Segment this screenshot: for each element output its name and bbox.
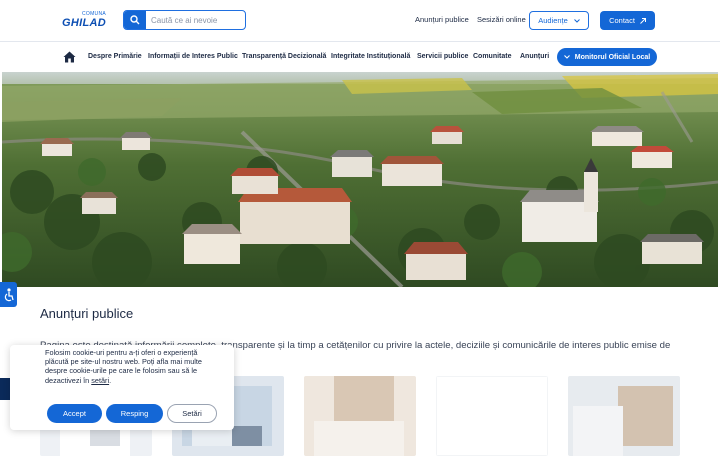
search-box xyxy=(123,10,246,30)
nav-item-public-services[interactable]: Servicii publice xyxy=(417,53,468,60)
cookie-text-end: . xyxy=(109,375,112,385)
chevron-down-icon xyxy=(563,55,570,59)
logo-title: GHILAD xyxy=(62,17,106,29)
official-monitor-label: Monitorul Oficial Local xyxy=(574,53,651,61)
audiences-button[interactable]: Audiențe xyxy=(529,11,589,30)
official-monitor-button[interactable]: Monitorul Oficial Local xyxy=(557,48,657,66)
cookie-settings-link[interactable]: setări xyxy=(91,376,109,385)
cookie-reject-button[interactable]: Resping xyxy=(106,404,163,423)
cookie-banner: Folosim cookie-uri pentru a-ți oferi o e… xyxy=(10,345,234,430)
chevron-down-icon xyxy=(573,18,580,23)
nav-item-transparency[interactable]: Transparență Decizională xyxy=(242,53,326,60)
search-input[interactable] xyxy=(151,13,243,27)
external-arrow-icon xyxy=(640,17,646,24)
side-tab[interactable] xyxy=(0,378,10,400)
accessibility-icon xyxy=(4,287,14,301)
search-button[interactable] xyxy=(124,11,146,29)
cookie-text-block: Folosim cookie-uri pentru a-ți oferi o e… xyxy=(45,348,205,385)
accessibility-button[interactable] xyxy=(0,282,17,307)
hero-image xyxy=(2,72,718,287)
announcements-link[interactable]: Anunțuri publice xyxy=(415,15,469,24)
online-reports-link[interactable]: Sesizări online xyxy=(477,15,526,24)
nav-item-community[interactable]: Comunitate xyxy=(473,53,512,60)
home-icon[interactable] xyxy=(63,51,76,63)
cookie-accept-button[interactable]: Accept xyxy=(47,404,102,423)
card-photo xyxy=(436,376,548,456)
logo[interactable]: COMUNA GHILAD xyxy=(62,11,106,31)
nav-item-announcements[interactable]: Anunțuri xyxy=(520,53,549,60)
section-title: Anunțuri publice xyxy=(40,306,134,321)
nav-item-about[interactable]: Despre Primărie xyxy=(88,53,142,60)
contact-label: Contact xyxy=(609,16,635,25)
card-photo xyxy=(304,376,416,456)
announcement-card-image[interactable] xyxy=(304,376,416,456)
audiences-label: Audiențe xyxy=(538,16,568,25)
card-photo xyxy=(568,376,680,456)
top-bar: COMUNA GHILAD Anunțuri publice Sesizări … xyxy=(0,0,720,41)
aerial-village-photo xyxy=(2,72,718,287)
main-nav: Despre Primărie Informații de Interes Pu… xyxy=(0,42,720,72)
contact-button[interactable]: Contact xyxy=(600,11,655,30)
announcement-card-image[interactable] xyxy=(436,376,548,456)
nav-item-integrity[interactable]: Integritate Instituțională xyxy=(331,53,410,60)
cookie-text: Folosim cookie-uri pentru a-ți oferi o e… xyxy=(45,348,202,385)
announcement-card-image[interactable] xyxy=(568,376,680,456)
cookie-settings-button[interactable]: Setări xyxy=(167,404,217,423)
search-icon xyxy=(130,15,140,25)
nav-item-public-info[interactable]: Informații de Interes Public xyxy=(148,53,238,60)
